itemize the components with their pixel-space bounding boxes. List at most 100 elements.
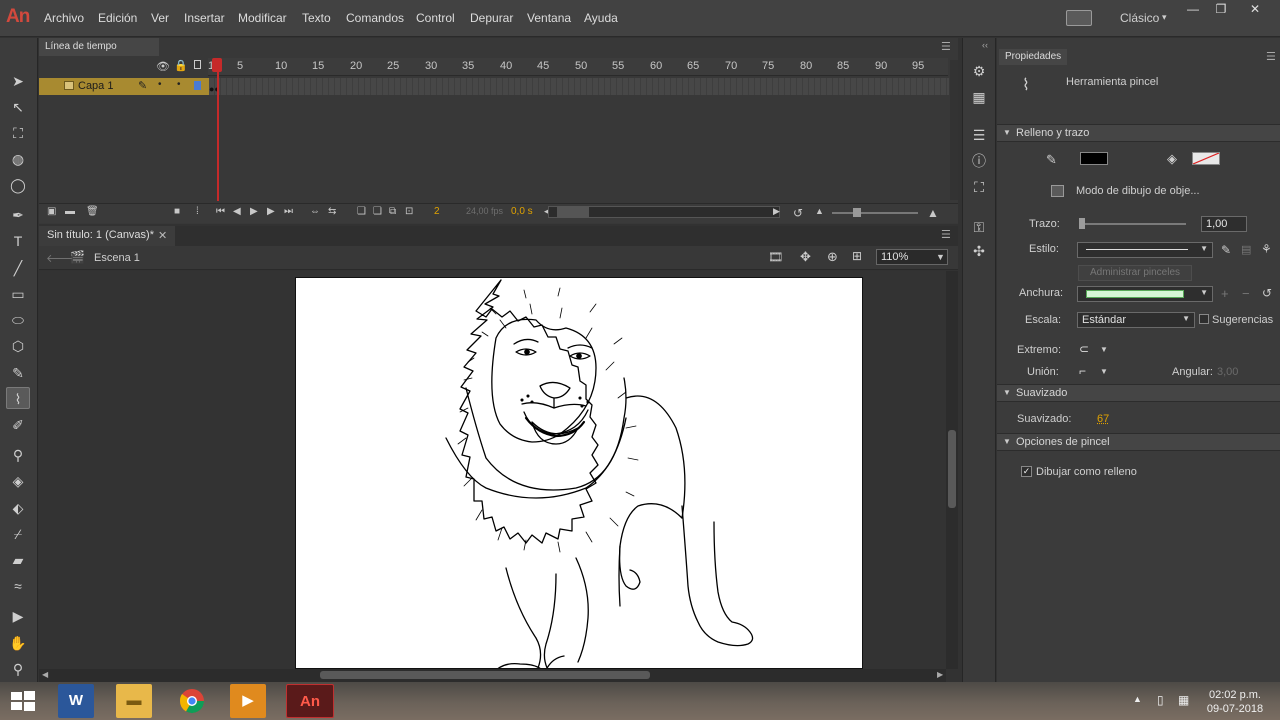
- timeline-hscroll-thumb[interactable]: [557, 207, 589, 217]
- delete-layer-icon[interactable]: 🗑: [86, 206, 99, 217]
- zoom-dropdown-icon[interactable]: ▼: [936, 252, 945, 262]
- stroke-slider[interactable]: [1082, 223, 1186, 225]
- timeline-zoom-knob[interactable]: [853, 208, 861, 217]
- properties-tab[interactable]: Propiedades: [999, 49, 1067, 65]
- object-drawing-mode-icon[interactable]: [1051, 185, 1064, 197]
- object-drawing-mode-label[interactable]: Modo de dibujo de obje...: [1076, 185, 1200, 197]
- chrome-taskbar-icon[interactable]: [174, 684, 210, 718]
- section-fill-stroke[interactable]: ▼ Relleno y trazo: [997, 124, 1280, 142]
- text-tool-icon[interactable]: T: [6, 230, 30, 252]
- scale-dropdown[interactable]: Estándar ▼: [1077, 312, 1195, 328]
- menu-texto[interactable]: Texto: [302, 11, 331, 25]
- media-player-taskbar-icon[interactable]: ▶: [230, 684, 266, 718]
- camera-tool-icon[interactable]: ▶: [6, 605, 30, 627]
- fill-color-swatch[interactable]: [1192, 152, 1220, 165]
- motion-presets-icon[interactable]: ⚙: [970, 62, 988, 80]
- menu-ventana[interactable]: Ventana: [527, 11, 571, 25]
- edit-multiple-frames-icon[interactable]: ⧉: [389, 206, 396, 217]
- cap-round-icon[interactable]: ⊂: [1079, 342, 1089, 356]
- subselection-tool-icon[interactable]: ↖: [6, 96, 30, 118]
- stroke-slider-knob[interactable]: [1079, 218, 1085, 229]
- menu-ver[interactable]: Ver: [151, 11, 169, 25]
- windows-start-icon[interactable]: [10, 690, 36, 712]
- collapse-panels-icon[interactable]: ‹‹: [982, 40, 988, 50]
- restore-icon[interactable]: ❐: [1204, 0, 1238, 18]
- menu-comandos[interactable]: Comandos: [346, 11, 404, 25]
- document-tab[interactable]: Sin título: 1 (Canvas)*: [39, 226, 175, 246]
- document-menu-icon[interactable]: ☰: [941, 228, 951, 241]
- step-forward-icon[interactable]: ▶: [267, 206, 275, 217]
- polystar-tool-icon[interactable]: ⬡: [6, 335, 30, 357]
- workspace-dropdown-icon[interactable]: ▾: [1162, 12, 1167, 23]
- frame-rate[interactable]: 24,00 fps: [466, 206, 503, 216]
- stroke-size-field[interactable]: 1,00: [1201, 216, 1247, 232]
- components-icon[interactable]: ⚿: [970, 218, 988, 236]
- line-tool-icon[interactable]: ╱: [6, 257, 30, 279]
- join-round-icon[interactable]: ⌐: [1079, 364, 1086, 378]
- pen-tool-icon[interactable]: ✒: [6, 204, 30, 226]
- elapsed-time[interactable]: 0,0 s: [511, 206, 533, 217]
- info-icon[interactable]: ⓘ: [970, 152, 988, 170]
- paint-brush-tool-icon[interactable]: ✐: [6, 414, 30, 436]
- menu-edicion[interactable]: Edición: [98, 11, 137, 25]
- rectangle-tool-icon[interactable]: ▭: [6, 283, 30, 305]
- workspace-switch-icon[interactable]: [1066, 10, 1092, 26]
- properties-menu-icon[interactable]: ☰: [1266, 50, 1276, 63]
- file-explorer-taskbar-icon[interactable]: ▬: [116, 684, 152, 718]
- layer-name[interactable]: Capa 1: [78, 80, 113, 92]
- hinting-label[interactable]: Sugerencias: [1212, 314, 1273, 326]
- 3d-rotation-tool-icon[interactable]: ◍: [6, 148, 30, 170]
- center-stage-icon[interactable]: ⊕: [827, 249, 838, 265]
- width-tool-icon[interactable]: ≈: [6, 575, 30, 597]
- timeline-menu-icon[interactable]: ☰: [941, 40, 951, 53]
- code-snippets-icon[interactable]: ✣: [970, 242, 988, 260]
- menu-ayuda[interactable]: Ayuda: [584, 11, 618, 25]
- free-transform-tool-icon[interactable]: ⛶: [6, 122, 30, 144]
- miter-value[interactable]: 3,00: [1217, 366, 1238, 378]
- eyedropper-tool-icon[interactable]: ⌿: [6, 523, 30, 545]
- timeline-vscroll[interactable]: [950, 60, 958, 200]
- new-layer-icon[interactable]: ▣: [47, 206, 56, 217]
- onion-skin-icon[interactable]: ❑: [357, 206, 366, 217]
- section-smoothing[interactable]: ▼ Suavizado: [997, 384, 1280, 402]
- draw-as-fill-label[interactable]: Dibujar como relleno: [1036, 466, 1137, 478]
- brush-library-icon[interactable]: ⚘: [1261, 242, 1272, 256]
- playhead-line[interactable]: [217, 58, 219, 201]
- step-back-icon[interactable]: ◀: [233, 206, 241, 217]
- brush-tool-icon[interactable]: ⌇: [6, 387, 30, 409]
- timeline-zoom-slider[interactable]: [832, 212, 918, 214]
- go-to-first-frame-icon[interactable]: ⏮: [216, 206, 225, 217]
- smoothing-value[interactable]: 67: [1097, 413, 1109, 425]
- lasso-tool-icon[interactable]: ◯: [6, 174, 30, 196]
- parenting-icon[interactable]: ⁞: [196, 206, 199, 217]
- new-folder-icon[interactable]: ▬: [65, 206, 75, 217]
- playhead[interactable]: [212, 58, 222, 72]
- show-hidden-icons[interactable]: ▲: [1133, 694, 1142, 704]
- paint-bucket-tool-icon[interactable]: ◈: [6, 470, 30, 492]
- style-dropdown[interactable]: ▼: [1077, 242, 1213, 258]
- edit-symbols-icon[interactable]: ✥: [800, 249, 811, 265]
- camera-icon[interactable]: ■: [174, 206, 180, 217]
- draw-as-fill-checkbox[interactable]: ✓: [1021, 466, 1032, 477]
- bone-tool-icon[interactable]: ⚲: [6, 444, 30, 466]
- edit-scene-icon[interactable]: 🎞: [768, 250, 783, 264]
- animate-taskbar-icon[interactable]: An: [286, 684, 334, 718]
- eraser-tool-icon[interactable]: ▰: [6, 549, 30, 571]
- pencil-tool-icon[interactable]: ✎: [6, 362, 30, 384]
- menu-archivo[interactable]: Archivo: [44, 11, 84, 25]
- layer-visible-dot[interactable]: •: [158, 79, 162, 90]
- scene-name[interactable]: Escena 1: [94, 252, 140, 264]
- transform-icon[interactable]: ⛶: [970, 178, 988, 196]
- current-frame[interactable]: 2: [434, 206, 440, 217]
- stroke-color-swatch[interactable]: [1080, 152, 1108, 165]
- hscroll-right-icon[interactable]: ▶: [937, 670, 943, 679]
- manage-brushes-button[interactable]: Administrar pinceles: [1078, 265, 1192, 281]
- close-document-icon[interactable]: ✕: [158, 229, 167, 242]
- word-taskbar-icon[interactable]: W: [58, 684, 94, 718]
- cap-dropdown-icon[interactable]: ▼: [1100, 345, 1108, 354]
- hinting-checkbox[interactable]: [1199, 314, 1209, 324]
- library-grid-icon[interactable]: ▦: [970, 88, 988, 106]
- stage-canvas[interactable]: [295, 277, 863, 669]
- add-to-brush-library-icon[interactable]: ▤: [1241, 243, 1251, 256]
- scroll-right-icon[interactable]: ▶: [773, 206, 780, 217]
